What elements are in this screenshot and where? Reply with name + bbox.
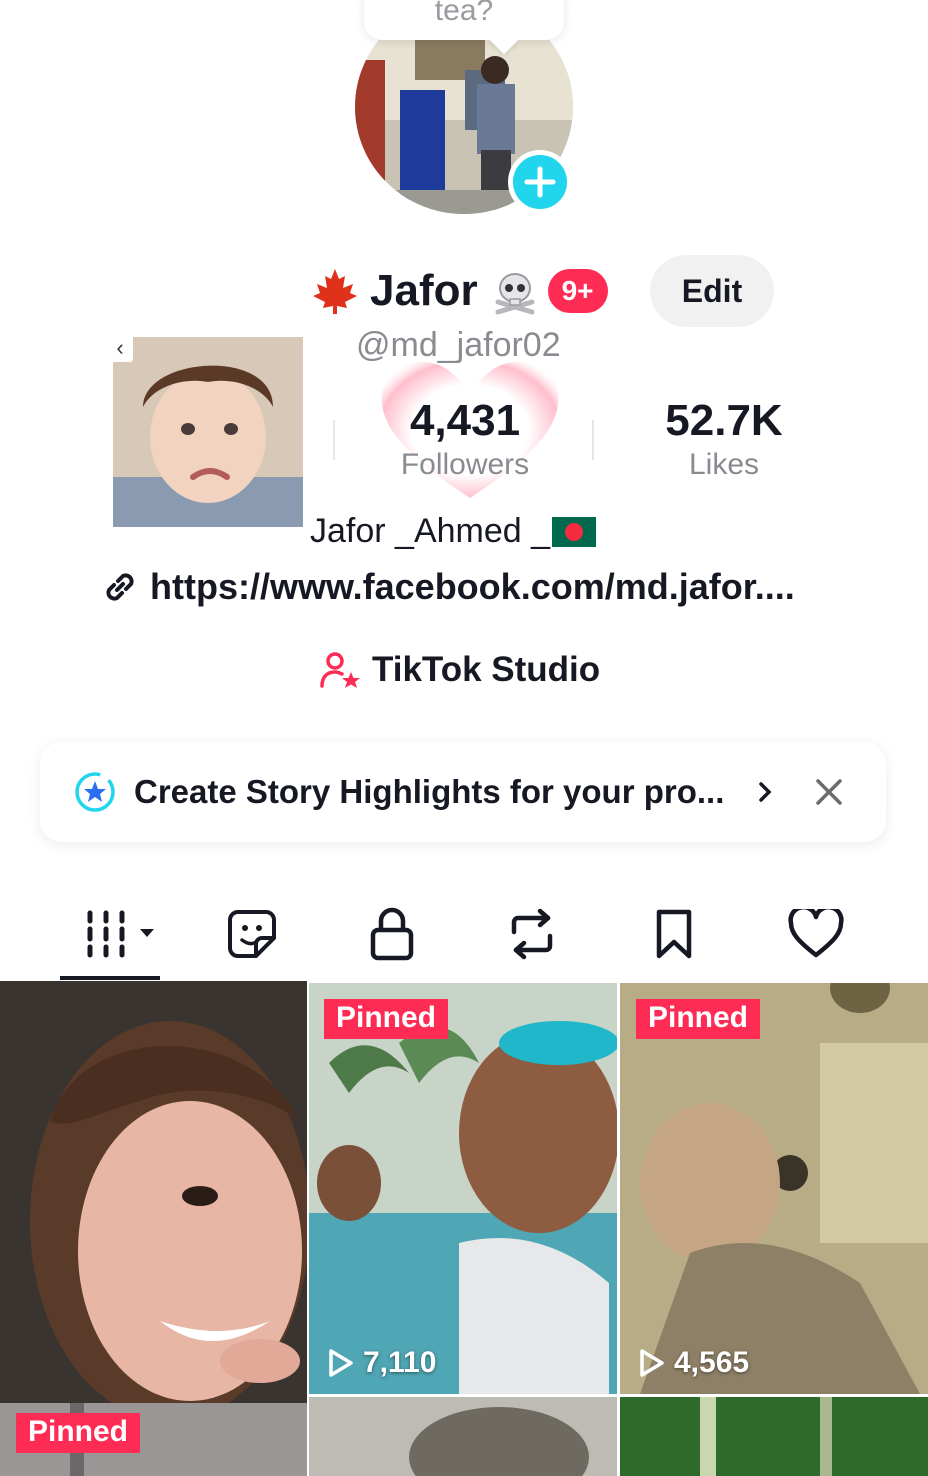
floating-sticker-image[interactable] [113, 337, 303, 527]
maple-leaf-icon [313, 269, 357, 314]
note-text: tea? [434, 0, 494, 27]
note-bubble[interactable]: tea? [364, 0, 564, 40]
stat-divider [333, 420, 335, 460]
lock-icon [370, 907, 414, 961]
video-thumbnail[interactable] [309, 1397, 617, 1476]
chevron-right-icon[interactable] [754, 779, 776, 805]
view-count-text: 4,565 [674, 1346, 750, 1379]
followers-stat[interactable]: 4,431 Followers [384, 396, 546, 482]
likes-count: 52.7K [665, 396, 783, 445]
edit-profile-button[interactable]: Edit [650, 255, 774, 327]
view-count: 4,565 [636, 1346, 749, 1380]
pinned-badge: Pinned [16, 1413, 141, 1453]
video-thumbnail-image [0, 981, 307, 1403]
tab-stickers[interactable] [222, 904, 282, 964]
studio-label: TikTok Studio [372, 650, 601, 689]
tab-private[interactable] [362, 904, 422, 964]
pinned-badge: Pinned [636, 999, 761, 1039]
bio-display-name: Jafor _Ahmed _ [310, 512, 597, 551]
creator-star-icon [320, 652, 360, 688]
tab-liked[interactable] [786, 904, 846, 964]
highlight-banner-text: Create Story Highlights for your pro... [134, 773, 725, 810]
bookmark-icon [656, 909, 692, 959]
video-thumbnail[interactable]: Pinned 4,565 [620, 983, 928, 1394]
bio-link-text: https://www.facebook.com/md.jafor.... [150, 566, 795, 607]
tab-videos[interactable] [84, 904, 164, 964]
play-icon [329, 1349, 353, 1377]
video-thumbnail-image [309, 1397, 617, 1476]
view-count: 7,110 [325, 1346, 436, 1380]
likes-label: Likes [688, 448, 760, 481]
likes-stat[interactable]: 52.7K Likes [648, 396, 800, 482]
name-row: Jafor 9+ [310, 258, 608, 324]
add-story-button[interactable] [508, 150, 572, 214]
highlight-star-icon [75, 772, 115, 812]
sticker-icon [228, 910, 276, 958]
play-icon [640, 1349, 664, 1377]
video-thumbnail[interactable] [0, 981, 307, 1403]
tab-favorites[interactable] [644, 904, 704, 964]
bio-link[interactable]: https://www.facebook.com/md.jafor.... [100, 566, 795, 608]
stat-divider [592, 420, 594, 460]
tiktok-studio-link[interactable]: TikTok Studio [318, 648, 600, 692]
video-thumbnail[interactable]: Pinned 7,110 [309, 983, 617, 1394]
view-count-text: 7,110 [363, 1346, 437, 1379]
video-thumbnail[interactable] [620, 1397, 928, 1476]
edit-label: Edit [681, 272, 743, 309]
active-tab-indicator [60, 976, 160, 980]
video-thumbnail-image [620, 1397, 928, 1476]
video-thumbnail-image [620, 983, 928, 1394]
plus-icon [524, 166, 556, 198]
heart-icon [788, 909, 844, 958]
sticker-back-icon[interactable]: ‹ [107, 334, 133, 362]
followers-label: Followers [400, 448, 530, 481]
skull-crossbones-icon [495, 273, 535, 315]
close-icon[interactable] [814, 777, 844, 807]
profile-tabs [0, 890, 928, 980]
link-icon [106, 573, 134, 601]
video-thumbnail-image [309, 983, 617, 1394]
grid-icon [87, 910, 154, 958]
pinned-badge: Pinned [324, 999, 449, 1039]
notification-badge[interactable]: 9+ [547, 269, 608, 313]
story-highlights-banner[interactable]: Create Story Highlights for your pro... [40, 742, 886, 842]
bangladesh-flag-icon [552, 516, 597, 547]
bio-name-text: Jafor _Ahmed _ [310, 512, 551, 550]
tab-reposts[interactable] [502, 904, 562, 964]
video-thumbnail[interactable]: Pinned [0, 1403, 307, 1476]
followers-count: 4,431 [409, 396, 521, 445]
repost-icon [511, 908, 553, 960]
profile-name: Jafor [370, 266, 478, 315]
